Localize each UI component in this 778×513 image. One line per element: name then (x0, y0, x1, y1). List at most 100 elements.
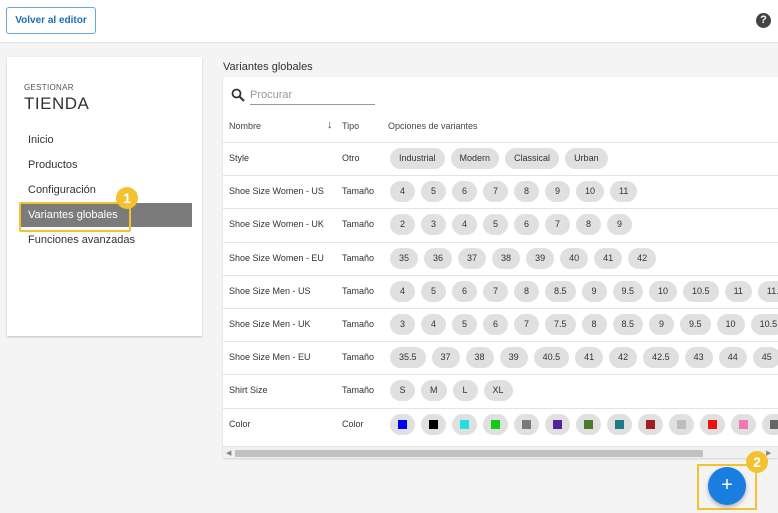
variant-chip[interactable]: 10 (649, 280, 678, 302)
table-row[interactable]: Shoe Size Women - UK Tamaño 2 3 4 5 6 7 8 9 (223, 208, 778, 241)
horizontal-scrollbar[interactable]: ◀ ▶ (223, 446, 778, 458)
variant-chip[interactable]: 35 (390, 247, 419, 269)
variant-chip[interactable]: 4 (452, 214, 477, 236)
variant-chip[interactable]: Classical (505, 148, 560, 169)
variant-chip[interactable]: 10 (576, 181, 605, 203)
variant-chip[interactable]: Industrial (390, 148, 445, 169)
variant-chip[interactable]: 9 (545, 181, 570, 203)
variant-chip[interactable]: L (452, 380, 478, 402)
table-row[interactable]: Shoe Size Men - EU Tamaño 35.5 37 38 39 40.5 41… (223, 341, 778, 374)
variant-chip[interactable]: 11 (724, 280, 752, 302)
variant-chip[interactable]: 42 (628, 247, 657, 269)
variant-chip[interactable]: 9.5 (680, 314, 711, 335)
variant-chip[interactable]: 7 (514, 314, 539, 335)
variant-chip[interactable]: 4 (390, 181, 415, 203)
variant-chip[interactable]: 8 (514, 181, 539, 203)
variant-chip[interactable]: 11.5 (757, 280, 778, 302)
variant-chip[interactable]: 42.5 (643, 347, 679, 369)
color-chip[interactable] (421, 413, 446, 435)
variant-chip[interactable]: 40 (560, 247, 589, 269)
variant-chip[interactable]: 4 (390, 280, 415, 302)
variant-chip[interactable]: 37 (458, 247, 487, 269)
variant-chip[interactable]: S (390, 380, 415, 402)
variant-chip[interactable]: 7 (483, 181, 508, 203)
variant-chip[interactable]: 6 (452, 280, 477, 302)
color-chip[interactable] (452, 413, 477, 435)
variant-chip[interactable]: 9 (581, 280, 607, 302)
variant-chip[interactable]: 39 (499, 347, 528, 369)
variant-chip[interactable]: 8.5 (545, 280, 576, 302)
table-row[interactable]: Color Color (223, 407, 778, 441)
variant-chip[interactable]: 7 (483, 280, 508, 302)
color-chip[interactable] (669, 413, 694, 435)
variant-chip[interactable]: 9 (649, 314, 675, 335)
search-input[interactable] (250, 85, 375, 105)
color-chip[interactable] (545, 413, 570, 435)
variant-chip[interactable]: 43 (684, 347, 713, 369)
color-chip[interactable] (731, 413, 756, 435)
sidebar-item-inicio[interactable]: Inicio (20, 128, 192, 152)
color-chip[interactable] (483, 413, 508, 435)
scroll-right-arrow-icon[interactable]: ▶ (766, 449, 771, 457)
sidebar-item-funciones-avanzadas[interactable]: Funciones avanzadas (20, 228, 192, 252)
variant-chip[interactable]: 9 (607, 214, 632, 236)
variant-chip[interactable]: Urban (565, 148, 608, 169)
back-to-editor-button[interactable]: Volver al editor (6, 7, 96, 34)
variant-chip[interactable]: 37 (431, 347, 460, 369)
color-chip[interactable] (514, 413, 539, 435)
variant-chip[interactable]: 8 (576, 214, 601, 236)
scrollbar-thumb[interactable] (235, 450, 703, 457)
color-chip[interactable] (762, 413, 778, 435)
variant-chip[interactable]: 36 (424, 247, 453, 269)
variant-chip[interactable]: 9.5 (612, 280, 644, 302)
variant-chip[interactable]: 10 (716, 314, 745, 335)
sidebar-item-variantes-globales[interactable]: Variantes globales (20, 203, 192, 227)
variant-chip[interactable]: 10.5 (750, 314, 778, 335)
variant-chip[interactable]: 5 (483, 214, 508, 236)
table-row[interactable]: Shoe Size Men - UK Tamaño 3 4 5 6 7 7.5 8 8.5 9 9.5… (223, 308, 778, 341)
sidebar-item-productos[interactable]: Productos (20, 153, 192, 177)
variant-chip[interactable]: 3 (421, 214, 446, 236)
variant-chip[interactable]: 6 (452, 181, 477, 203)
variant-chip[interactable]: 5 (452, 314, 477, 335)
variant-chip[interactable]: 6 (483, 314, 508, 335)
variant-chip[interactable]: 7.5 (545, 314, 576, 335)
variant-chip[interactable]: 2 (390, 214, 415, 236)
variant-chip[interactable]: 40.5 (533, 347, 570, 369)
table-row[interactable]: Shoe Size Women - EU Tamaño 35 36 37 38 39 40 41… (223, 241, 778, 275)
color-chip[interactable] (700, 413, 725, 435)
table-row[interactable]: Shirt Size Tamaño S M L XL (223, 374, 778, 407)
column-header-type[interactable]: Tipo (342, 121, 359, 131)
table-row[interactable]: Shoe Size Men - US Tamaño 4 5 6 7 8 8.5 9 9.5 10 10… (223, 274, 778, 308)
help-icon[interactable]: ? (756, 13, 771, 28)
column-header-name[interactable]: Nombre (229, 121, 261, 131)
sidebar-item-configuracion[interactable]: Configuración (20, 178, 192, 202)
variant-chip[interactable]: 11 (610, 181, 638, 203)
variant-chip[interactable]: 5 (421, 280, 446, 302)
variant-chip[interactable]: 41 (575, 347, 604, 369)
variant-chip[interactable]: 35.5 (390, 347, 426, 369)
color-chip[interactable] (638, 413, 663, 435)
variant-chip[interactable]: 39 (526, 247, 555, 269)
scroll-left-arrow-icon[interactable]: ◀ (226, 449, 231, 457)
variant-chip[interactable]: XL (483, 380, 513, 402)
color-chip[interactable] (607, 413, 632, 435)
variant-chip[interactable]: 38 (492, 247, 521, 269)
variant-chip[interactable]: 42 (609, 347, 638, 369)
color-chip[interactable] (576, 413, 601, 435)
variant-chip[interactable]: 8 (581, 314, 607, 335)
variant-chip[interactable]: 38 (465, 347, 494, 369)
variant-chip[interactable]: 5 (421, 181, 446, 203)
table-row[interactable]: Style Otro Industrial Modern Classical Urban (223, 142, 778, 175)
variant-chip[interactable]: 3 (390, 314, 415, 335)
variant-chip[interactable]: Modern (450, 148, 500, 169)
variant-chip[interactable]: 8.5 (612, 314, 644, 335)
variant-chip[interactable]: 7 (545, 214, 570, 236)
variant-chip[interactable]: M (421, 380, 447, 402)
variant-chip[interactable]: 6 (514, 214, 539, 236)
variant-chip[interactable]: 45 (752, 347, 778, 369)
variant-chip[interactable]: 8 (514, 280, 539, 302)
sort-down-arrow-icon[interactable]: ↓ (327, 119, 333, 131)
variant-chip[interactable]: 44 (718, 347, 747, 369)
add-variant-button[interactable]: + (708, 467, 746, 505)
